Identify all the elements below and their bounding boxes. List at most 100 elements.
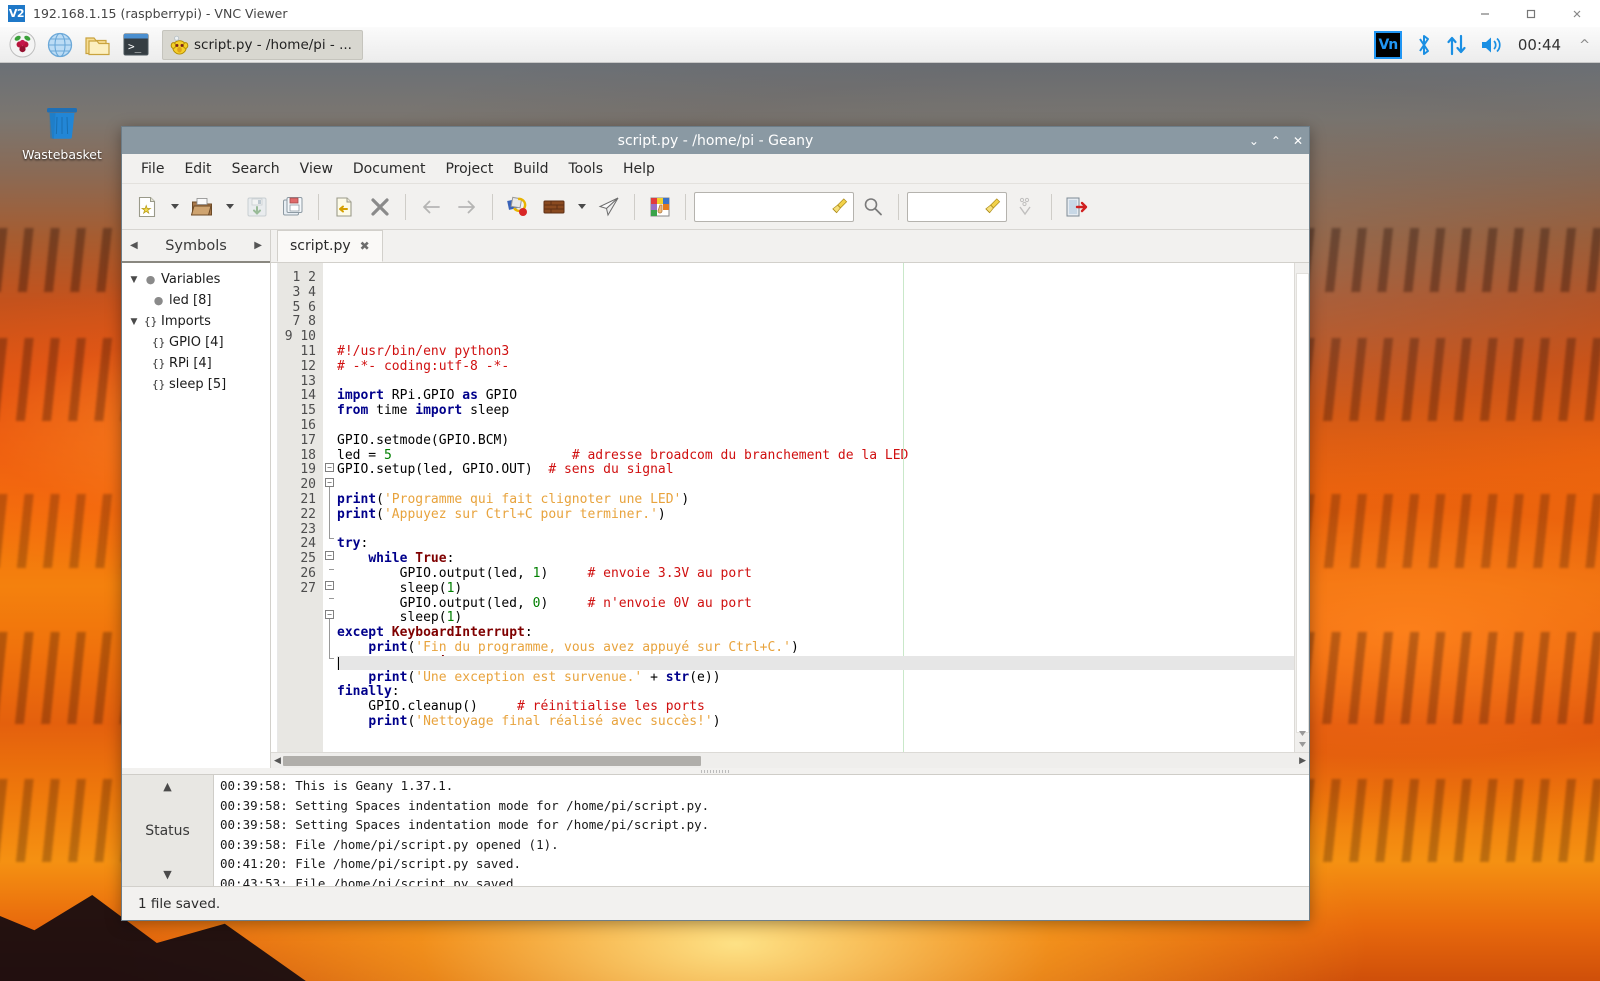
editor-vertical-scrollbar[interactable] — [1294, 263, 1309, 752]
code-line[interactable]: print('Fin du programme, vous avez appuy… — [337, 640, 1294, 656]
status-message-row[interactable]: 00:39:58: This is Geany 1.37.1. — [220, 776, 1309, 796]
taskbar-item-geany[interactable]: script.py - /home/pi - ... — [162, 29, 363, 60]
code-line[interactable]: print('Nettoyage final réalisé avec succ… — [337, 714, 1294, 730]
code-line[interactable]: from time import sleep — [337, 403, 1294, 419]
code-line[interactable]: print('Programme qui fait clignoter une … — [337, 492, 1294, 508]
menu-project[interactable]: Project — [436, 157, 502, 181]
geany-maximize-button[interactable]: ⌃ — [1271, 135, 1281, 147]
editor-horizontal-scrollbar[interactable]: ◀ ▶ — [271, 752, 1309, 768]
taskbar-clock[interactable]: 00:44 — [1518, 36, 1561, 54]
bluetooth-icon[interactable] — [1414, 33, 1434, 57]
code-line[interactable]: print('Une exception est survenue.' + st… — [337, 670, 1294, 686]
code-line[interactable] — [337, 478, 1294, 493]
triangle-down-icon[interactable]: ▼ — [128, 317, 140, 327]
code-line[interactable]: GPIO.setup(led, GPIO.OUT) # sens du sign… — [337, 462, 1294, 478]
status-message-row[interactable]: 00:41:20: File /home/pi/script.py saved. — [220, 854, 1309, 874]
find-button[interactable] — [856, 189, 890, 225]
build-dropdown[interactable] — [573, 189, 590, 225]
symbols-item-rpi[interactable]: {} RPi [4] — [122, 353, 270, 374]
menu-view[interactable]: View — [291, 157, 342, 181]
search-input[interactable] — [694, 191, 854, 222]
vnc-tray-icon[interactable]: Vn — [1373, 31, 1402, 59]
color-chooser-button[interactable] — [643, 189, 677, 225]
new-file-button[interactable] — [130, 189, 164, 225]
fold-toggle-while[interactable]: − — [325, 477, 334, 487]
goto-line-input[interactable] — [907, 191, 1007, 222]
menu-tools[interactable]: Tools — [560, 157, 613, 181]
code-line[interactable]: finally: — [337, 684, 1294, 700]
code-line[interactable]: GPIO.output(led, 1) # envoie 3.3V au por… — [337, 566, 1294, 582]
network-updown-icon[interactable] — [1446, 33, 1468, 57]
symbols-item-sleep[interactable]: {} sleep [5] — [122, 374, 270, 395]
chevron-right-icon[interactable]: ▶ — [254, 240, 262, 251]
close-x-icon[interactable]: ✖ — [360, 239, 370, 253]
minimize-button[interactable] — [1462, 0, 1508, 27]
menu-document[interactable]: Document — [344, 157, 435, 181]
symbols-item-led[interactable]: ● led [8] — [122, 290, 270, 311]
web-browser-icon[interactable] — [44, 30, 76, 60]
build-button[interactable] — [537, 189, 571, 225]
open-file-button[interactable] — [185, 189, 219, 225]
geany-minimize-button[interactable]: ⌄ — [1249, 135, 1259, 147]
scroll-right-icon[interactable]: ▶ — [1299, 756, 1306, 766]
code-line[interactable]: led = 5 # adresse broadcom du branchemen… — [337, 448, 1294, 464]
revert-button[interactable] — [327, 189, 361, 225]
menu-edit[interactable]: Edit — [175, 157, 220, 181]
quit-button[interactable] — [1060, 189, 1094, 225]
code-line[interactable]: GPIO.setmode(GPIO.BCM) — [337, 433, 1294, 449]
desktop-icon-wastebasket[interactable]: Wastebasket — [14, 99, 110, 162]
geany-close-button[interactable]: ✕ — [1293, 135, 1303, 147]
code-line[interactable]: #!/usr/bin/env python3 — [337, 344, 1294, 360]
code-line[interactable]: print('Appuyez sur Ctrl+C pour terminer.… — [337, 507, 1294, 523]
status-message-row[interactable]: 00:43:53: File /home/pi/script.py saved. — [220, 874, 1309, 887]
navigate-back-button[interactable] — [414, 189, 448, 225]
editor-fold-margin[interactable]: − − − − − — [323, 263, 337, 752]
sidebar-tab-symbols[interactable]: Symbols — [165, 238, 227, 254]
code-line[interactable] — [337, 730, 1294, 745]
code-lines[interactable]: #!/usr/bin/env python3 # -*- coding:utf-8… — [337, 344, 1294, 745]
compile-button[interactable] — [501, 189, 535, 225]
horizontal-scroll-thumb[interactable] — [283, 756, 701, 766]
new-file-dropdown[interactable] — [166, 189, 183, 225]
jump-to-button[interactable] — [1009, 189, 1043, 225]
symbols-group-variables[interactable]: ▼ ● Variables — [122, 269, 270, 290]
code-line[interactable]: try: — [337, 536, 1294, 552]
navigate-forward-button[interactable] — [450, 189, 484, 225]
menu-help[interactable]: Help — [614, 157, 664, 181]
menu-search[interactable]: Search — [223, 157, 289, 181]
code-scroll-region[interactable]: 1 2 3 4 5 6 7 8 9 10 11 12 13 14 15 16 1… — [271, 263, 1294, 752]
geany-titlebar[interactable]: script.py - /home/pi - Geany ⌄ ⌃ ✕ — [122, 127, 1309, 154]
scroll-left-icon[interactable]: ◀ — [274, 756, 281, 766]
symbols-group-imports[interactable]: ▼ {} Imports — [122, 311, 270, 332]
code-line[interactable]: except KeyboardInterrupt: — [337, 625, 1294, 641]
open-file-dropdown[interactable] — [221, 189, 238, 225]
menu-build[interactable]: Build — [504, 157, 557, 181]
code-text[interactable]: #!/usr/bin/env python3 # -*- coding:utf-8… — [337, 263, 1294, 752]
file-manager-icon[interactable] — [82, 30, 114, 60]
fold-toggle-except-ki[interactable]: − — [325, 551, 334, 560]
fold-toggle-except-exc[interactable]: − — [325, 580, 334, 590]
volume-icon[interactable] — [1480, 34, 1504, 56]
code-line[interactable]: GPIO.output(led, 0) # n'envoie 0V au por… — [337, 596, 1294, 612]
editor-area[interactable]: 1 2 3 4 5 6 7 8 9 10 11 12 13 14 15 16 1… — [271, 263, 1309, 752]
document-tab-script-py[interactable]: script.py ✖ — [277, 230, 383, 262]
menu-file[interactable]: File — [132, 157, 173, 181]
broom-clear-icon[interactable] — [983, 197, 1002, 216]
code-line[interactable] — [337, 523, 1294, 538]
status-message-row[interactable]: 00:39:58: File /home/pi/script.py opened… — [220, 835, 1309, 855]
triangle-down-icon[interactable]: ▼ — [128, 275, 140, 285]
maximize-button[interactable] — [1508, 0, 1554, 27]
code-line[interactable] — [337, 375, 1294, 390]
symbols-item-gpio[interactable]: {} GPIO [4] — [122, 332, 270, 353]
vertical-scroll-thumb[interactable] — [1296, 273, 1309, 733]
code-line[interactable]: # -*- coding:utf-8 -*- — [337, 359, 1294, 375]
message-tab-status[interactable]: Status — [145, 823, 190, 839]
code-line[interactable] — [337, 419, 1294, 434]
code-line[interactable]: GPIO.cleanup() # réinitialise les ports — [337, 699, 1294, 715]
status-message-row[interactable]: 00:39:58: Setting Spaces indentation mod… — [220, 796, 1309, 816]
terminal-icon[interactable]: >_ — [120, 30, 152, 60]
save-all-button[interactable] — [276, 189, 310, 225]
chevron-up-icon[interactable]: ^ — [1579, 38, 1594, 53]
code-line[interactable]: sleep(1) — [337, 581, 1294, 597]
chevron-left-icon[interactable]: ◀ — [130, 240, 138, 251]
